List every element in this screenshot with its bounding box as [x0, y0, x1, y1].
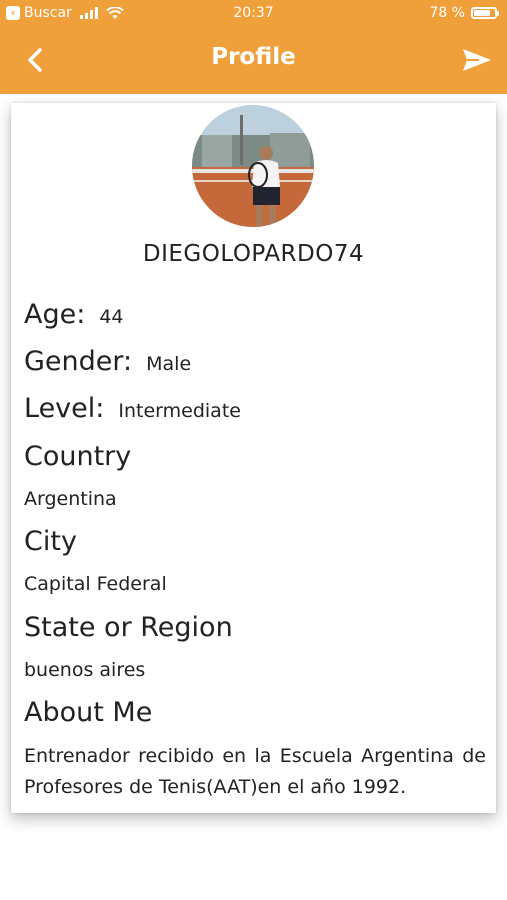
city-label: City	[24, 526, 77, 557]
status-right: 78 %	[429, 5, 499, 21]
status-bar: ‹ Buscar 20:37 78 %	[0, 0, 507, 28]
city-value: Capital Federal	[24, 573, 167, 595]
battery-percent: 78 %	[429, 5, 465, 21]
avatar-photo	[192, 105, 314, 227]
page-title: Profile	[211, 44, 296, 70]
level-label: Level:	[24, 393, 105, 424]
username: DIEGOLOPARDO74	[142, 241, 365, 267]
level-value: Intermediate	[118, 400, 241, 422]
about-text: Entrenador recibido en la Escuela Argent…	[24, 745, 486, 798]
country-label: Country	[24, 441, 132, 472]
level-row: Level: Intermediate	[24, 393, 241, 424]
profile-card: DIEGOLOPARDO74 Age: 44 Gender: Male Leve…	[11, 103, 496, 813]
battery-icon	[471, 7, 499, 19]
age-label: Age:	[24, 299, 86, 330]
avatar[interactable]	[192, 105, 314, 227]
about-label: About Me	[24, 697, 153, 728]
state-value: buenos aires	[24, 659, 146, 681]
app-header: ‹ Buscar 20:37 78 % Profile	[0, 0, 507, 94]
gender-row: Gender: Male	[24, 346, 191, 377]
send-icon[interactable]	[461, 46, 493, 74]
gender-value: Male	[146, 353, 192, 375]
gender-label: Gender:	[24, 346, 133, 377]
country-value: Argentina	[24, 488, 117, 510]
age-row: Age: 44	[24, 299, 124, 330]
state-label: State or Region	[24, 612, 233, 643]
age-value: 44	[99, 306, 124, 328]
